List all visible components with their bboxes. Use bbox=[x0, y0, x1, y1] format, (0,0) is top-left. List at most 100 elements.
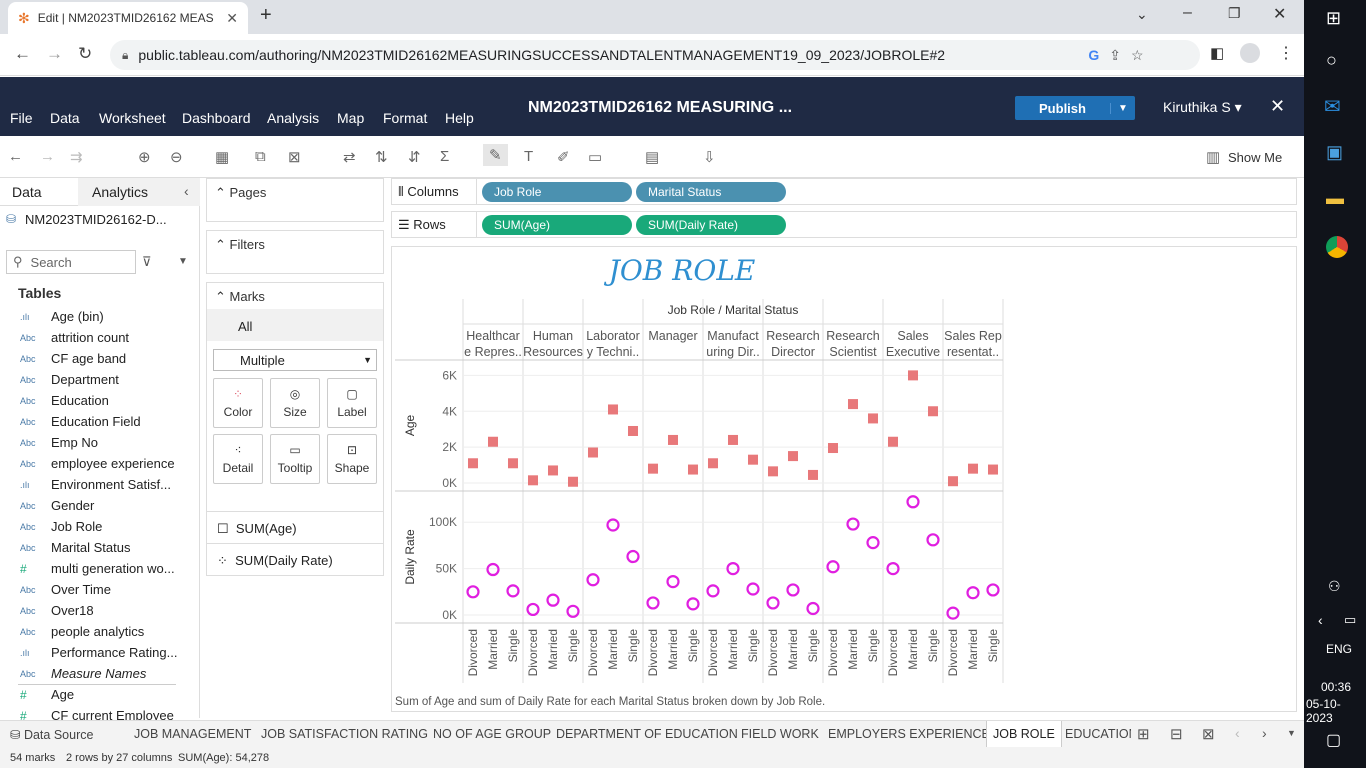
totals-icon[interactable]: Σ bbox=[440, 148, 449, 165]
share-icon[interactable]: ⇪ bbox=[1109, 47, 1121, 64]
highlight-icon[interactable]: ✎ bbox=[483, 144, 508, 166]
chevron-left-icon[interactable]: ‹ bbox=[1318, 612, 1323, 628]
store-icon[interactable]: ▣ bbox=[1326, 142, 1343, 163]
field-item[interactable]: Abc attrition count bbox=[0, 327, 200, 348]
menu-worksheet[interactable]: Worksheet bbox=[99, 110, 166, 126]
filter-icon[interactable]: ⊽ bbox=[142, 254, 152, 270]
column-pill-marital-status[interactable]: Marital Status bbox=[636, 182, 786, 202]
tab-analytics[interactable]: Analytics bbox=[92, 184, 148, 200]
restore-icon[interactable]: ❐ bbox=[1228, 5, 1241, 22]
field-item[interactable]: Abc employee experience bbox=[0, 453, 200, 474]
pane-menu-icon[interactable]: ▼ bbox=[178, 256, 188, 267]
sheet-tab[interactable]: JOB SATISFACTION RATING bbox=[261, 727, 428, 741]
label-button[interactable]: ▢ Label bbox=[327, 378, 377, 428]
browser-tab[interactable]: ✻ Edit | NM2023TMID26162 MEAS ✕ bbox=[8, 2, 248, 34]
shape-button[interactable]: ⊡ Shape bbox=[327, 434, 377, 484]
file-explorer-icon[interactable]: ▬ bbox=[1326, 188, 1344, 209]
browser-menu-icon[interactable]: ⋮ bbox=[1278, 43, 1294, 63]
redo-icon[interactable]: → bbox=[40, 148, 55, 165]
menu-analysis[interactable]: Analysis bbox=[267, 110, 319, 126]
row-pill-sum-daily-rate[interactable]: SUM(Daily Rate) bbox=[636, 215, 786, 235]
field-item[interactable]: Abc Education Field bbox=[0, 411, 200, 432]
swap-icon[interactable]: ⇄ bbox=[343, 148, 356, 166]
clock-time[interactable]: 00:36 bbox=[1321, 680, 1351, 694]
measure-age-row[interactable]: ☐ SUM(Age) bbox=[217, 521, 297, 537]
side-panel-icon[interactable]: ◧ bbox=[1210, 44, 1224, 62]
user-menu[interactable]: Kiruthika S ▾ bbox=[1163, 99, 1242, 116]
tooltip-button[interactable]: ▭ Tooltip bbox=[270, 434, 320, 484]
tab-search-icon[interactable]: ⌄ bbox=[1136, 6, 1148, 23]
profile-avatar[interactable] bbox=[1240, 43, 1260, 63]
sheet-tab[interactable]: JOB MANAGEMENT bbox=[134, 727, 251, 741]
new-tab-icon[interactable]: + bbox=[260, 4, 272, 27]
notification-icon[interactable]: ▢ bbox=[1326, 730, 1341, 750]
people-icon[interactable]: ⚇ bbox=[1328, 578, 1341, 595]
address-bar[interactable]: 🔒︎ public.tableau.com/authoring/NM2023TM… bbox=[110, 40, 1200, 70]
close-authoring-icon[interactable]: ✕ bbox=[1270, 96, 1285, 117]
network-icon[interactable]: ▭ bbox=[1344, 612, 1356, 628]
close-tab-icon[interactable]: ✕ bbox=[226, 10, 238, 27]
download-icon[interactable]: ⇩ bbox=[703, 148, 716, 166]
field-item[interactable]: Abc Education bbox=[0, 390, 200, 411]
marks-all-row[interactable] bbox=[207, 309, 383, 341]
field-item[interactable]: .ılı Performance Rating... bbox=[0, 642, 200, 663]
chrome-icon[interactable] bbox=[1326, 236, 1348, 258]
measure-dailyrate-row[interactable]: ⁘ SUM(Daily Rate) bbox=[217, 553, 333, 569]
row-pill-sum-age[interactable]: SUM(Age) bbox=[482, 215, 632, 235]
presentation-icon[interactable]: ▤ bbox=[645, 148, 659, 166]
language-indicator[interactable]: ENG bbox=[1326, 642, 1352, 656]
publish-button[interactable]: Publish ▼ bbox=[1015, 96, 1135, 120]
clock-date[interactable]: 05-10-2023 bbox=[1306, 697, 1366, 725]
windows-start-icon[interactable]: ⊞ bbox=[1326, 8, 1341, 29]
color-button[interactable]: ⁘ Color bbox=[213, 378, 263, 428]
google-icon[interactable]: G bbox=[1088, 47, 1099, 63]
duplicate-sheet-icon[interactable]: ⧉ bbox=[255, 148, 266, 165]
new-worksheet-icon[interactable]: ▦ bbox=[215, 148, 229, 166]
sheet-tab[interactable]: FIELD WORK bbox=[741, 727, 819, 741]
collapse-pane-icon[interactable]: ‹ bbox=[184, 183, 189, 199]
field-item[interactable]: .ılı Age (bin) bbox=[0, 306, 200, 327]
field-item[interactable]: Abc Over18 bbox=[0, 600, 200, 621]
sheet-tab[interactable]: NO OF AGE GROUP bbox=[433, 727, 551, 741]
menu-map[interactable]: Map bbox=[337, 110, 364, 126]
field-item[interactable]: Abc Measure Names bbox=[0, 663, 200, 684]
show-me-button[interactable]: Show Me bbox=[1228, 150, 1282, 165]
bookmark-star-icon[interactable]: ☆ bbox=[1131, 47, 1144, 64]
field-item[interactable]: Abc Job Role bbox=[0, 516, 200, 537]
fit-icon[interactable]: ▭ bbox=[588, 148, 602, 166]
show-me-icon[interactable]: ▥ bbox=[1206, 148, 1220, 166]
cortana-icon[interactable]: ○ bbox=[1326, 50, 1337, 71]
mark-type-select[interactable]: Multiple ▼ bbox=[213, 349, 377, 371]
field-item[interactable]: Abc CF age band bbox=[0, 348, 200, 369]
minimize-icon[interactable]: – bbox=[1183, 4, 1192, 22]
column-pill-job-role[interactable]: Job Role bbox=[482, 182, 632, 202]
new-dashboard-icon[interactable]: ⊟ bbox=[1170, 725, 1183, 743]
datasource-name[interactable]: NM2023TMID26162-D... bbox=[25, 212, 167, 227]
field-item[interactable]: .ılı Environment Satisf... bbox=[0, 474, 200, 495]
sheet-tab[interactable]: JOB ROLE bbox=[986, 721, 1062, 747]
undo-icon[interactable]: ← bbox=[8, 148, 23, 165]
replay-icon[interactable]: ⇉ bbox=[70, 148, 83, 166]
new-story-icon[interactable]: ⊠ bbox=[1202, 725, 1215, 743]
sheet-tab[interactable]: EMPLOYERS EXPERIENCE bbox=[828, 727, 990, 741]
job-role-chart[interactable]: JOB ROLE Job Role / Marital Status Sum of … bbox=[392, 247, 1298, 713]
field-item[interactable]: Abc Over Time bbox=[0, 579, 200, 600]
detail-button[interactable]: ⁖ Detail bbox=[213, 434, 263, 484]
menu-data[interactable]: Data bbox=[50, 110, 80, 126]
field-item[interactable]: Abc Emp No bbox=[0, 432, 200, 453]
back-icon[interactable]: ← bbox=[14, 44, 31, 64]
field-item[interactable]: Abc Department bbox=[0, 369, 200, 390]
labels-icon[interactable]: T bbox=[524, 148, 533, 165]
tab-data[interactable]: Data bbox=[12, 184, 42, 200]
field-item[interactable]: Abc Marital Status bbox=[0, 537, 200, 558]
search-input[interactable]: ⚲ Search bbox=[6, 250, 136, 274]
annotate-icon[interactable]: ✐ bbox=[557, 148, 570, 166]
mail-icon[interactable]: ✉ bbox=[1324, 94, 1341, 119]
field-item[interactable]: # multi generation wo... bbox=[0, 558, 200, 579]
forward-icon[interactable]: → bbox=[46, 44, 63, 64]
reload-icon[interactable]: ↻ bbox=[78, 44, 92, 64]
field-item[interactable]: # Age bbox=[0, 684, 200, 705]
menu-file[interactable]: File bbox=[10, 110, 33, 126]
new-datasource-icon[interactable]: ⊕ bbox=[138, 148, 151, 166]
new-worksheet-tab-icon[interactable]: ⊞ bbox=[1137, 725, 1150, 743]
